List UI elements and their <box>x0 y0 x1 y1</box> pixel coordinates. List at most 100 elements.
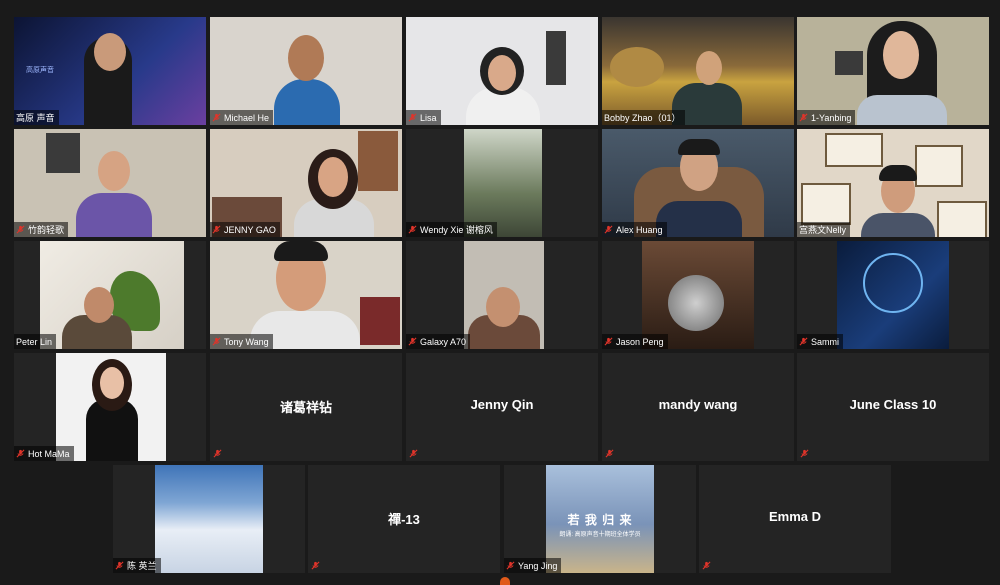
participant-name: Yang Jing <box>518 560 558 571</box>
participant-tile[interactable]: 诸葛祥钻 <box>210 353 402 461</box>
wall-frame <box>835 51 863 75</box>
participant-tile[interactable]: Jason Peng <box>602 241 794 349</box>
participant-nameplate: Wendy Xie 谢榕风 <box>406 222 497 237</box>
participant-nameplate: Jason Peng <box>602 334 668 349</box>
wall-poster <box>360 297 400 345</box>
participant-nameplate: Galaxy A70 <box>406 334 471 349</box>
muted-mic-icon <box>800 449 809 458</box>
person-face <box>696 51 722 85</box>
participant-tile[interactable]: Lisa <box>406 17 598 125</box>
muted-mic-icon <box>212 337 221 346</box>
participant-nameplate: Lisa <box>406 110 441 125</box>
calligraphy-frame <box>825 133 883 167</box>
person-face <box>94 33 126 71</box>
calligraphy-frame <box>801 183 851 225</box>
participant-nameplate: JENNY GAO <box>210 222 280 237</box>
participant-tile[interactable]: 竹韵轻歌 <box>14 129 206 237</box>
hay-bale <box>610 47 664 87</box>
participant-tile[interactable]: 禪-13 <box>308 465 500 573</box>
participant-tile[interactable]: Galaxy A70 <box>406 241 598 349</box>
participant-nameplate: 高原 声音 <box>14 110 59 125</box>
participant-nameplate: Peter Lin <box>14 334 57 349</box>
logo-watermark: 高原声音 <box>26 67 54 74</box>
person-silhouette <box>274 79 340 125</box>
tree-photo <box>464 129 542 237</box>
participant-nameplate: Sammi <box>797 334 844 349</box>
participant-name: Emma D <box>768 509 822 524</box>
muted-mic-icon <box>604 225 613 234</box>
participant-name: Hot MaMa <box>28 448 70 459</box>
muted-mic-icon <box>16 225 25 234</box>
poster-title: 若 我 归 来 <box>567 513 633 527</box>
participant-nameplate: Yang Jing <box>504 558 562 573</box>
participant-tile[interactable]: Tony Wang <box>210 241 402 349</box>
toolbar-edge-indicator <box>500 577 510 585</box>
wall-art <box>546 31 566 85</box>
muted-mic-icon <box>408 225 417 234</box>
wall-decor <box>358 131 398 191</box>
participant-nameplate: Bobby Zhao（01） <box>602 110 685 125</box>
participant-name: Galaxy A70 <box>420 336 467 347</box>
participant-tile[interactable]: Jenny Qin <box>406 353 598 461</box>
person-face <box>84 287 114 323</box>
participant-tile[interactable]: Alex Huang <box>602 129 794 237</box>
person-silhouette <box>76 193 152 237</box>
participant-name: mandy wang <box>658 397 738 412</box>
participant-tile[interactable]: Michael He <box>210 17 402 125</box>
muted-mic-icon <box>408 337 417 346</box>
participant-tile[interactable]: JENNY GAO <box>210 129 402 237</box>
muted-mic-icon <box>799 337 808 346</box>
participant-tile[interactable]: 高原声音 高原 声音 <box>14 17 206 125</box>
person-silhouette <box>861 213 935 237</box>
participant-tile[interactable]: Bobby Zhao（01） <box>602 17 794 125</box>
person-hair <box>274 241 328 261</box>
participant-name: Jenny Qin <box>470 397 534 412</box>
participant-nameplate: 宫燕文Nelly <box>797 222 851 237</box>
participant-nameplate: Hot MaMa <box>14 446 74 461</box>
participant-tile[interactable]: 陈 英兰 <box>113 465 305 573</box>
participant-nameplate: 1-Yanbing <box>797 110 856 125</box>
participant-tile[interactable]: Hot MaMa <box>14 353 206 461</box>
person-hair <box>678 139 720 155</box>
participant-name: JENNY GAO <box>224 224 276 235</box>
participant-name: Sammi <box>811 336 840 347</box>
participant-name: Michael He <box>224 112 270 123</box>
person-face <box>883 31 919 79</box>
participant-tile[interactable]: Peter Lin <box>14 241 206 349</box>
participant-name: Bobby Zhao（01） <box>604 113 681 123</box>
participant-nameplate: Tony Wang <box>210 334 273 349</box>
participant-tile[interactable]: 宫燕文Nelly <box>797 129 989 237</box>
participant-nameplate: Michael He <box>210 110 274 125</box>
participant-tile[interactable]: mandy wang <box>602 353 794 461</box>
participant-name: Lisa <box>420 112 437 123</box>
participant-tile[interactable]: Wendy Xie 谢榕风 <box>406 129 598 237</box>
participant-name: 竹韵轻歌 <box>28 225 65 235</box>
calligraphy-frame <box>915 145 963 187</box>
participant-nameplate: 陈 英兰 <box>113 558 161 573</box>
cloud-photo <box>155 465 263 573</box>
person-face <box>98 151 130 191</box>
calligraphy-frame <box>937 201 987 237</box>
participant-nameplate: Alex Huang <box>602 222 667 237</box>
participant-nameplate: 竹韵轻歌 <box>14 222 69 237</box>
microphone-image <box>668 275 724 331</box>
gallery-view: 高原声音 高原 声音 Michael He Lisa Bobby Zhao（01… <box>0 0 1000 585</box>
person-face <box>100 367 124 399</box>
muted-mic-icon <box>212 113 221 122</box>
participant-tile[interactable]: Sammi <box>797 241 989 349</box>
participant-tile[interactable]: June Class 10 <box>797 353 989 461</box>
muted-mic-icon <box>115 561 124 570</box>
participant-name: Jason Peng <box>616 336 664 347</box>
participant-name: Peter Lin <box>16 336 53 347</box>
participant-tile[interactable]: 1-Yanbing <box>797 17 989 125</box>
participant-tile[interactable]: 若 我 归 来 朗诵: 高原声音十期班全体学员 Yang Jing <box>504 465 696 573</box>
participant-tile[interactable]: Emma D <box>699 465 891 573</box>
person-face <box>288 35 324 81</box>
muted-mic-icon <box>311 561 320 570</box>
person-clothes <box>857 95 947 125</box>
participant-name: 高原 声音 <box>16 113 55 123</box>
participant-name: 诸葛祥钻 <box>279 400 332 415</box>
muted-mic-icon <box>16 449 25 458</box>
muted-mic-icon <box>506 561 515 570</box>
person-face <box>318 157 348 197</box>
